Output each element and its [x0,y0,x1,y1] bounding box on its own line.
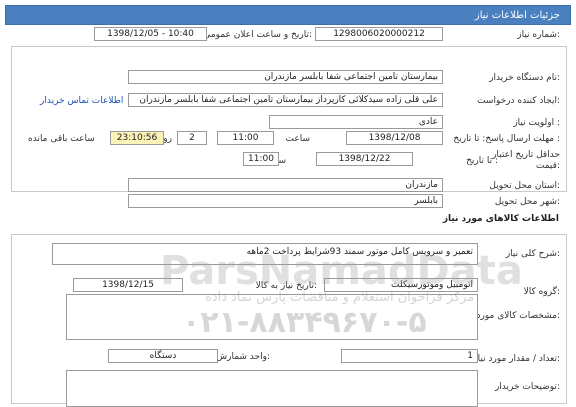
requester-label: ایجاد کننده درخواست: [477,96,560,106]
remaining-days-field: 2 [177,131,207,145]
remaining-time-label: ساعت باقی مانده [28,134,95,144]
price-validity-label-line1: حداقل تاریخ اعتبار [492,150,560,160]
need-date-field: 1398/12/15 [73,278,183,292]
buyer-notes-label: توضیحات خریدار: [494,382,560,392]
delivery-city-label: شهر محل تحویل: [494,197,560,207]
general-desc-label: شرح کلی نیاز: [505,249,560,259]
announce-datetime-label: تاریخ و ساعت اعلان عمومی: [203,30,312,40]
goods-section-title: اطلاعات کالاهای مورد نیاز [442,214,559,224]
goods-group-label: گروه کالا: [523,287,560,297]
page-title: جزئیات اطلاعات نیاز [474,10,560,21]
reply-deadline-date: 1398/12/08 [346,131,443,145]
buyer-contact-link[interactable]: اطلاعات تماس خریدار [40,96,123,106]
unit-label: واحد شمارش: [216,352,270,362]
quantity-field: 1 [341,349,478,363]
unit-field: دستگاه [108,349,218,363]
delivery-city-field: بابلسر [128,194,443,208]
buyer-notes-area [66,370,478,407]
announce-datetime-field: 1398/12/05 - 10:40 [94,27,207,41]
need-number-field: 1298006020000212 [315,27,443,41]
quantity-label: تعداد / مقدار مورد نیاز: [473,354,560,364]
requester-field: علی قلی زاده سیدکلائی کارپرداز بیمارستان… [128,93,443,107]
needed-specs-area [66,294,478,340]
delivery-province-field: مازندران [128,178,443,192]
price-validity-date: 1398/12/22 [316,152,413,166]
buyer-org-field: بیمارستان تامین اجتماعی شفا بابلسر مازند… [128,70,443,84]
goods-section-header: اطلاعات کالاهای مورد نیاز [11,212,567,226]
buyer-org-label: نام دستگاه خریدار: [489,73,560,83]
reply-deadline-time-label: ساعت [285,134,311,144]
remaining-time-field: 23:10:56 [110,131,164,145]
goods-group-field: اتومبیل وموتورسیکلت [324,278,478,292]
reply-deadline-time: 11:00 [217,131,274,145]
priority-field: عادی [269,115,443,129]
delivery-province-label: استان محل تحویل: [489,181,560,191]
page-title-bar: جزئیات اطلاعات نیاز [5,5,571,25]
price-validity-time: 11:00 [243,152,279,166]
price-validity-to-date-label: تا تاریخ : [466,156,498,166]
priority-label: اولویت نیاز : [513,118,560,128]
price-validity-label-line2: قیمت: [535,161,560,171]
general-desc-field: تعمیر و سرویس کامل موتور سمند 93شرایط پر… [52,243,478,265]
need-date-label: تاریخ نیاز به کالا: [255,281,317,291]
need-number-label: شماره نیاز: [517,30,560,40]
reply-deadline-label: مهلت ارسال پاسخ: تا تاریخ : [453,134,560,144]
